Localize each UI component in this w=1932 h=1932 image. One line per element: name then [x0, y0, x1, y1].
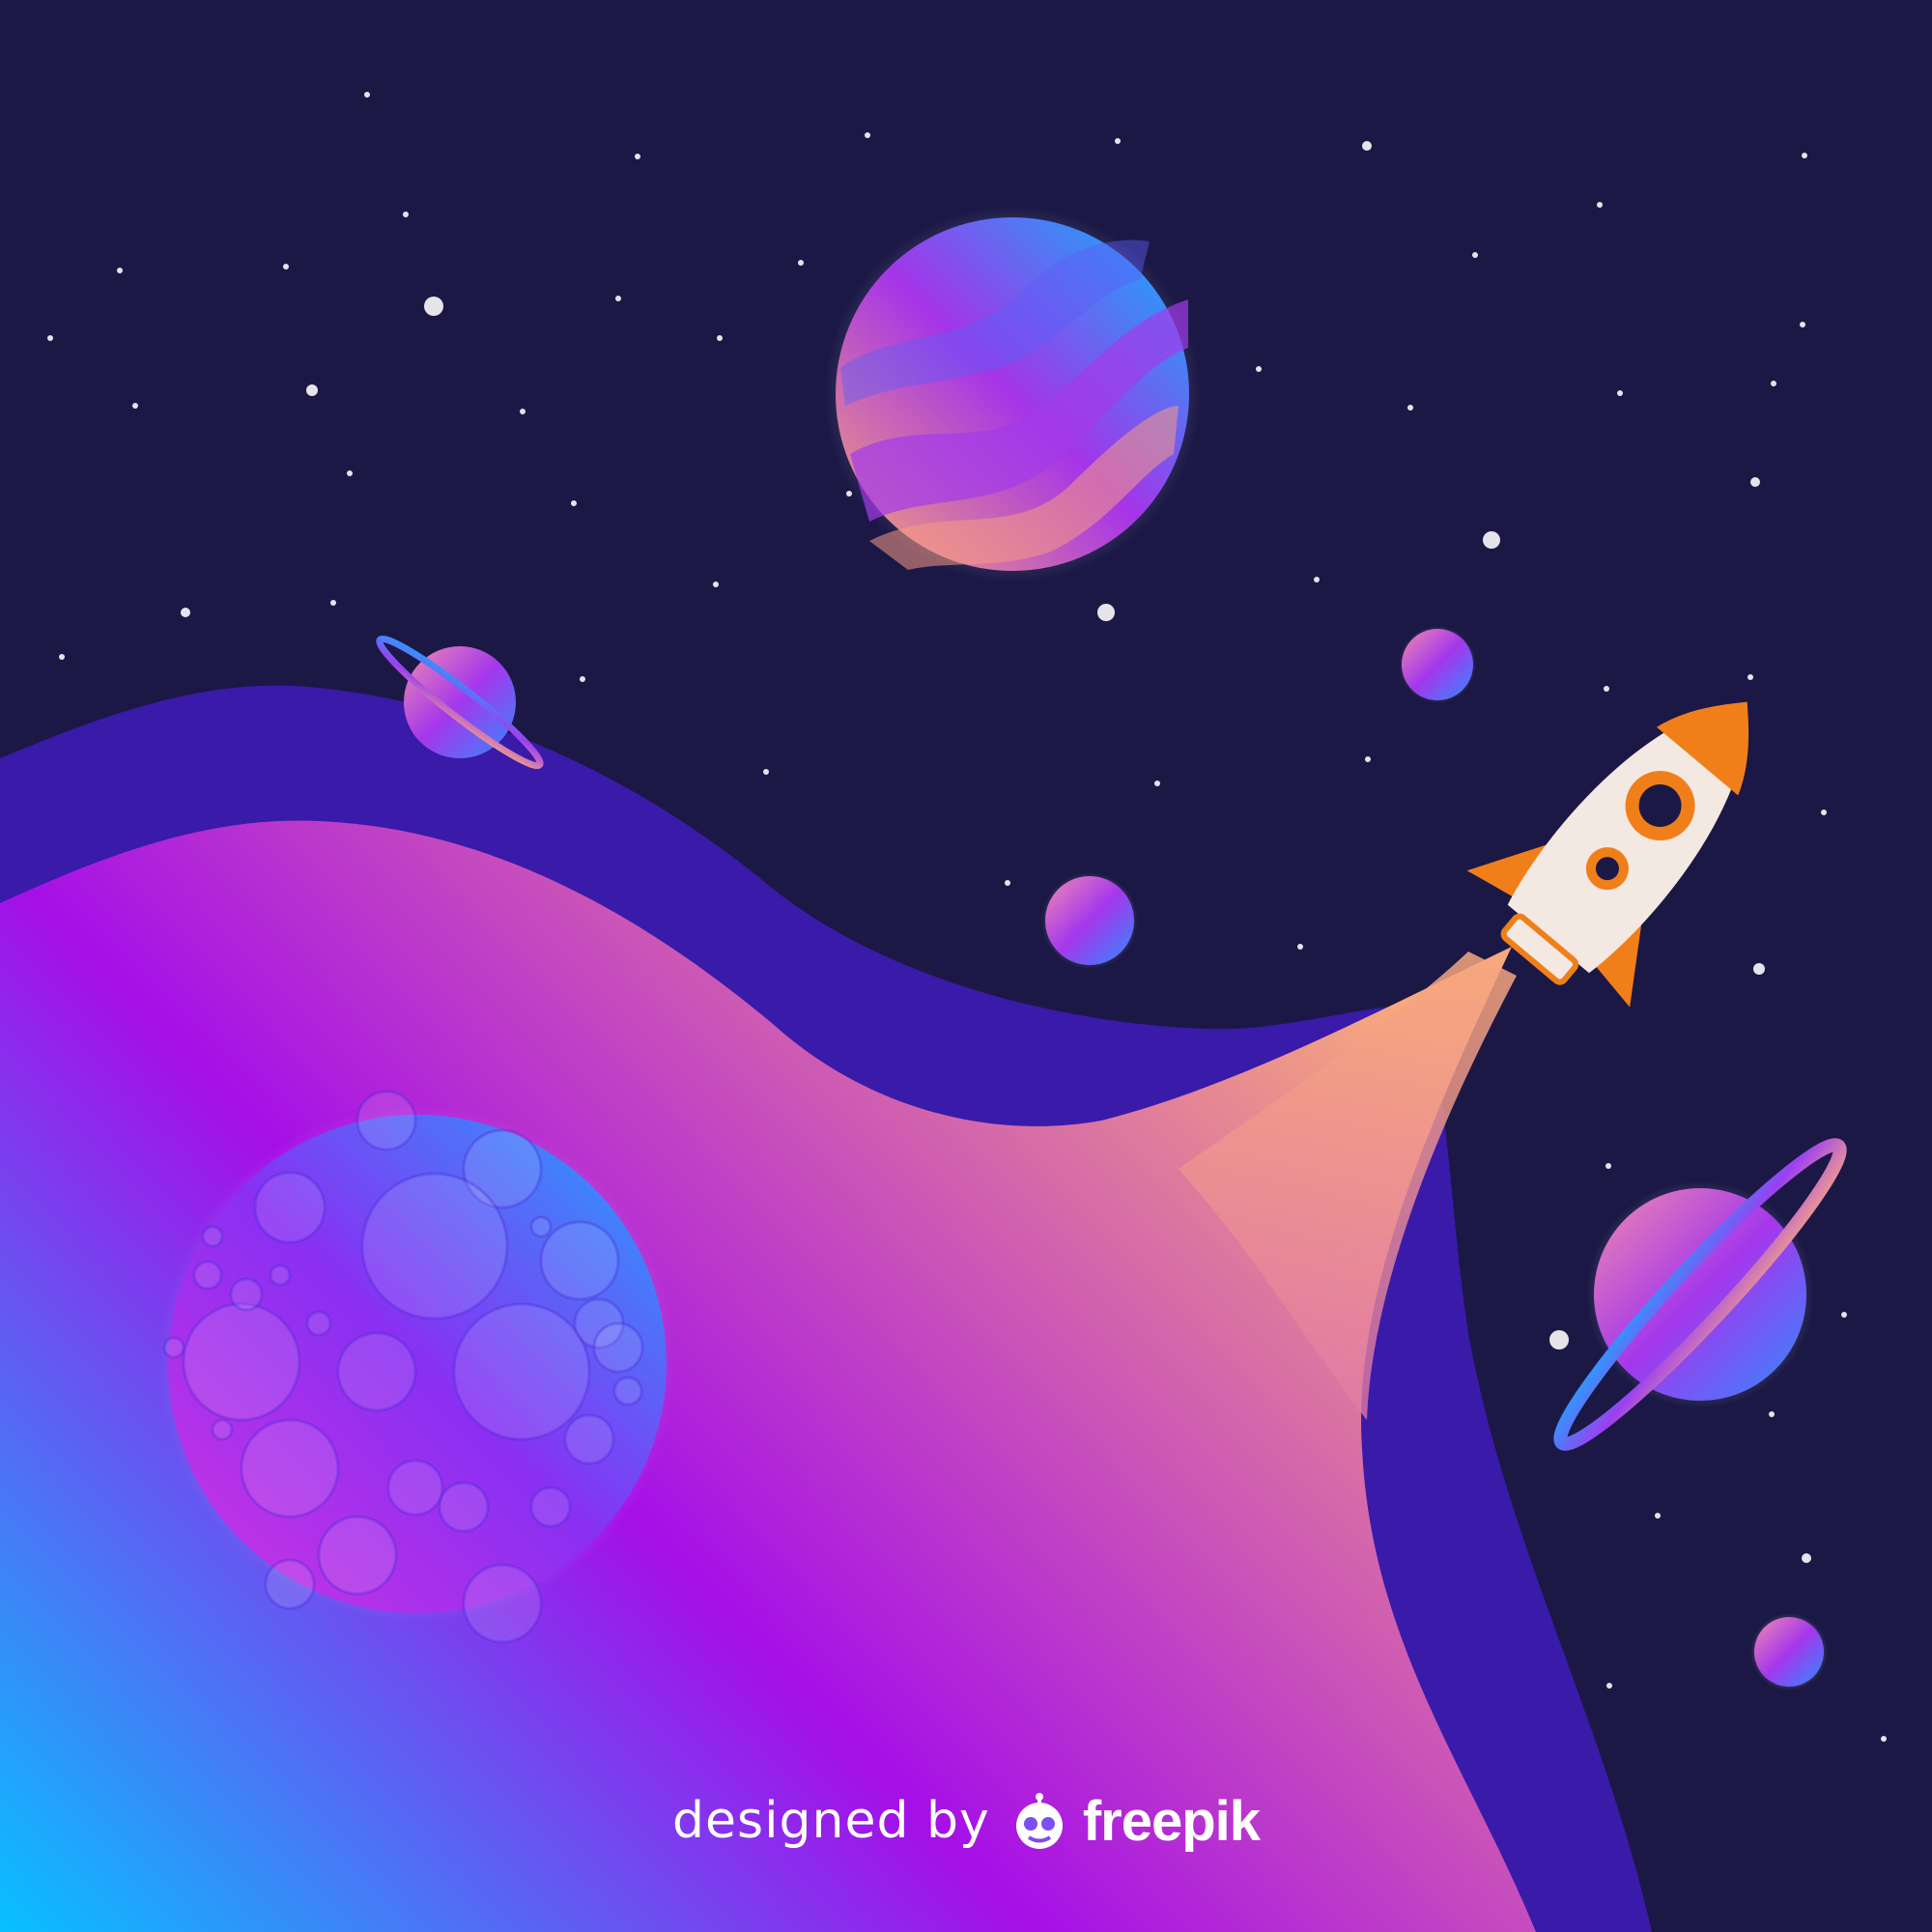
star-icon — [717, 335, 723, 341]
star-icon — [1549, 1330, 1569, 1350]
star-icon — [1154, 781, 1160, 786]
star-icon — [1597, 202, 1603, 208]
star-icon — [1747, 674, 1753, 680]
star-icon — [1802, 153, 1807, 158]
star-icon — [364, 92, 370, 98]
star-icon — [347, 470, 353, 476]
star-icon — [330, 600, 336, 606]
credit-prefix: designed by — [671, 1792, 990, 1850]
star-icon — [306, 384, 318, 396]
star-icon — [1256, 366, 1262, 372]
star-icon — [1005, 880, 1010, 886]
star-icon — [1800, 322, 1805, 327]
star-icon — [615, 296, 621, 301]
rocket-icon — [1466, 701, 1749, 1008]
crater — [317, 1515, 398, 1596]
star-icon — [1314, 577, 1320, 582]
star-icon — [571, 500, 577, 506]
star-icon — [846, 491, 852, 497]
planet-icon — [1750, 1613, 1828, 1690]
star-icon — [1472, 252, 1478, 258]
crater — [336, 1331, 417, 1412]
star-icon — [1606, 1683, 1612, 1689]
star-icon — [47, 335, 53, 341]
star-icon — [763, 769, 769, 775]
crater — [438, 1481, 490, 1533]
star-icon — [1750, 477, 1760, 487]
crater — [386, 1459, 444, 1517]
freepik-credit[interactable]: designed by freepik — [0, 1777, 1932, 1864]
star-icon — [1097, 604, 1115, 621]
star-icon — [580, 676, 585, 682]
star-icon — [520, 409, 526, 414]
crater — [462, 1563, 543, 1644]
crater — [211, 1418, 234, 1441]
crater — [264, 1558, 316, 1610]
star-icon — [1605, 1163, 1611, 1169]
star-icon — [132, 403, 138, 409]
star-icon — [798, 260, 804, 266]
star-icon — [1407, 405, 1413, 411]
crater — [240, 1418, 340, 1519]
star-icon — [1802, 1553, 1811, 1563]
star-icon — [403, 212, 409, 217]
crater — [201, 1225, 224, 1248]
star-icon — [1841, 1312, 1847, 1318]
crater — [529, 1486, 572, 1528]
planet-icon — [1399, 626, 1476, 703]
star-icon — [1365, 756, 1371, 762]
crater — [563, 1413, 615, 1465]
star-icon — [1483, 531, 1500, 549]
star-icon — [424, 297, 443, 316]
crater — [355, 1090, 417, 1151]
star-icon — [59, 654, 65, 660]
crater — [192, 1260, 223, 1291]
star-icon — [117, 268, 123, 273]
crater — [229, 1277, 264, 1312]
crater — [162, 1336, 185, 1359]
star-icon — [713, 582, 719, 587]
star-icon — [865, 132, 870, 138]
star-icon — [1604, 686, 1609, 692]
crater — [529, 1215, 553, 1238]
ringed-planet-icon — [1553, 1138, 1847, 1451]
star-icon — [1362, 141, 1372, 151]
star-icon — [1769, 1411, 1775, 1417]
star-icon — [1617, 390, 1623, 396]
credit-brand: freepik — [1082, 1789, 1261, 1853]
crater — [452, 1302, 591, 1441]
planet-icon — [824, 206, 1201, 582]
crater — [253, 1171, 327, 1244]
star-icon — [181, 608, 190, 617]
star-icon — [1821, 810, 1827, 815]
star-icon — [1297, 944, 1303, 950]
star-icon — [1655, 1513, 1661, 1519]
star-icon — [635, 154, 640, 159]
crater — [182, 1302, 301, 1422]
star-icon — [1115, 138, 1121, 144]
planet-icon — [1041, 872, 1138, 969]
crater — [305, 1310, 332, 1337]
star-icon — [1771, 381, 1776, 386]
crater — [592, 1321, 644, 1374]
star-icon — [1881, 1736, 1887, 1742]
space-scene — [0, 92, 1887, 1932]
star-icon — [1753, 963, 1765, 975]
crater — [360, 1172, 509, 1321]
crater — [539, 1220, 620, 1301]
crater — [612, 1376, 643, 1406]
crater — [269, 1264, 292, 1287]
freepik-logo-icon — [1015, 1793, 1063, 1849]
star-icon — [283, 264, 289, 270]
